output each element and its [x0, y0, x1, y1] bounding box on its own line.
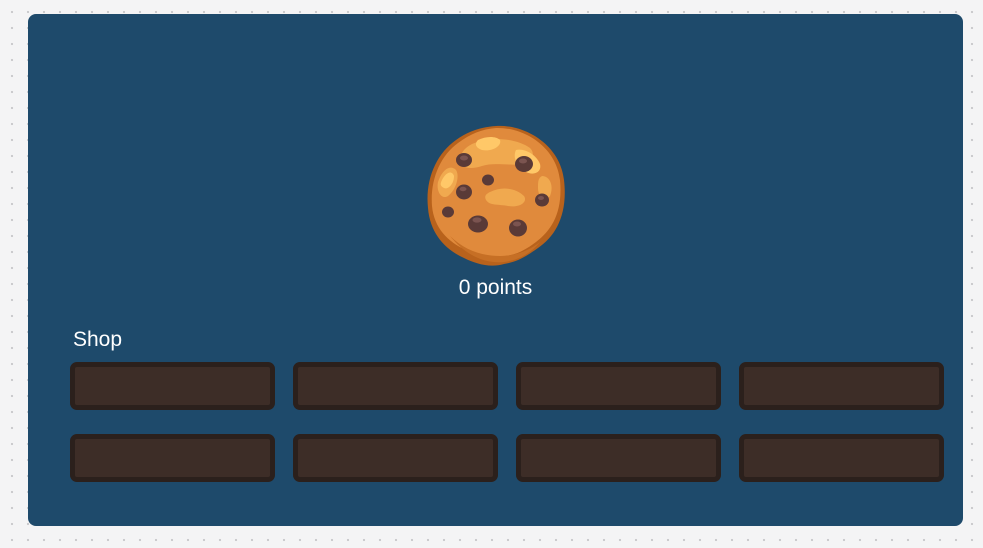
cookie-icon [427, 125, 565, 266]
shop-item-7[interactable] [516, 434, 721, 482]
game-panel: 0 points Shop [28, 14, 963, 526]
shop-item-6[interactable] [293, 434, 498, 482]
shop-item-4[interactable] [739, 362, 944, 410]
shop-item-5[interactable] [70, 434, 275, 482]
shop-item-8[interactable] [739, 434, 944, 482]
shop-item-2[interactable] [293, 362, 498, 410]
shop-grid [70, 362, 944, 482]
cookie-button[interactable] [420, 118, 572, 270]
shop-item-1[interactable] [70, 362, 275, 410]
shop-item-3[interactable] [516, 362, 721, 410]
score-display: 0 points [458, 276, 533, 299]
shop-title: Shop [73, 328, 123, 351]
